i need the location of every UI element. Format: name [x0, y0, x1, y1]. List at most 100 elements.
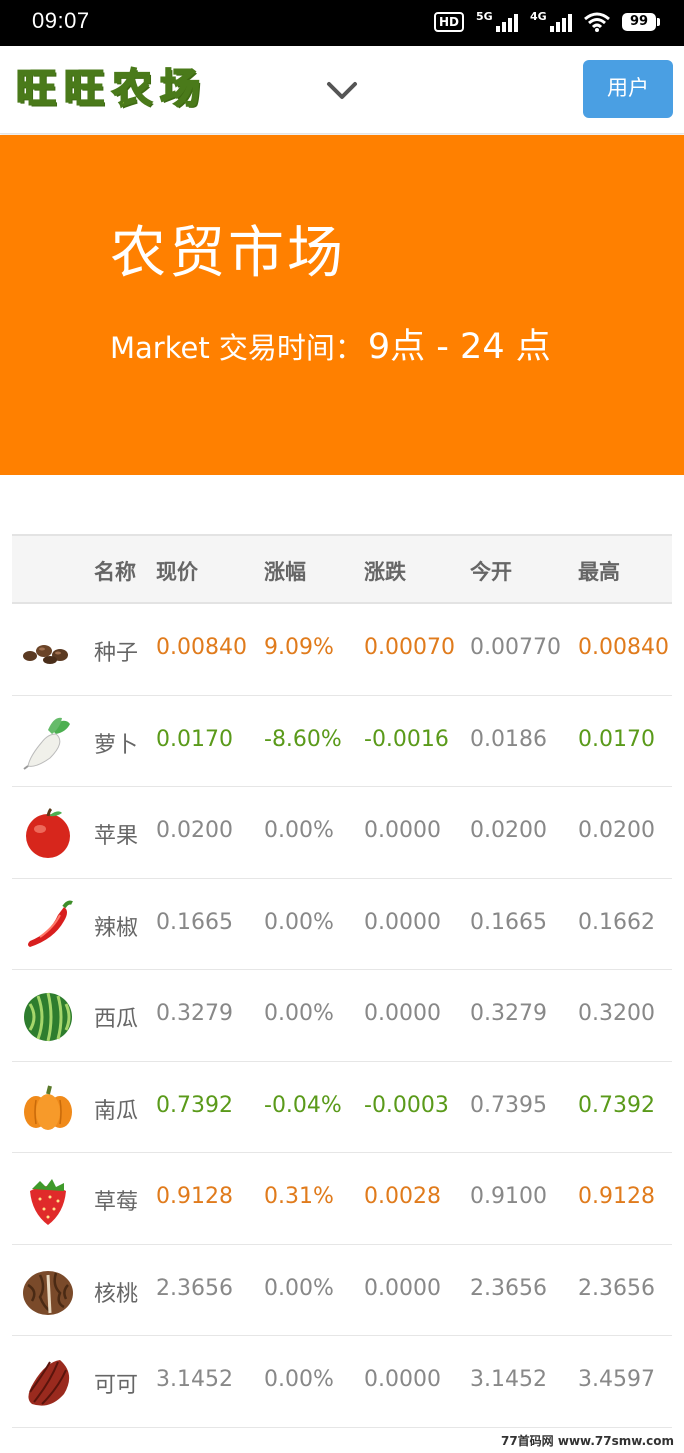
open-cell: 0.0186	[470, 726, 547, 752]
open-cell: 2.3656	[470, 1275, 547, 1301]
price-cell: 0.7392	[156, 1092, 233, 1118]
change-cell: 0.0028	[364, 1184, 441, 1209]
header-price: 现价	[156, 560, 198, 584]
price-cell: 0.1665	[156, 909, 233, 935]
watermelon-icon	[24, 992, 72, 1042]
high-cell: 0.9128	[578, 1184, 655, 1209]
walnut-icon	[23, 1270, 73, 1315]
pumpkin-icon	[24, 1085, 72, 1130]
change-pct-cell: 0.00%	[264, 1367, 334, 1392]
cocoa-icon	[28, 1360, 70, 1406]
open-cell: 0.0200	[470, 818, 547, 843]
high-cell: 0.0170	[578, 726, 655, 752]
table-row[interactable]: 西瓜 0.3279 0.00% 0.0000 0.3279 0.3200	[12, 970, 672, 1062]
high-cell: 2.3656	[578, 1275, 655, 1301]
high-cell: 0.00840	[578, 635, 669, 660]
top-nav: 旺 旺 农 场 用户	[0, 46, 684, 134]
radish-icon	[23, 717, 70, 770]
table-row[interactable]: 辣椒 0.1665 0.00% 0.0000 0.1665 0.1662	[12, 879, 672, 970]
signal-4g-icon: 4G	[530, 10, 572, 32]
open-cell: 3.1452	[470, 1367, 547, 1392]
seeds-icon	[23, 645, 68, 664]
item-name: 苹果	[94, 824, 139, 849]
header-change-pct: 涨幅	[264, 560, 306, 584]
watermark: 77首码网 www.77smw.com	[500, 1434, 674, 1448]
change-pct-cell: 0.00%	[264, 909, 334, 935]
change-cell: 0.0000	[364, 1367, 441, 1392]
change-cell: -0.0003	[364, 1092, 449, 1118]
open-cell: 0.1665	[470, 909, 547, 935]
trading-hours-value: 9点 - 24 点	[367, 327, 551, 367]
change-pct-cell: 0.00%	[264, 818, 334, 843]
open-cell: 0.7395	[470, 1092, 547, 1118]
high-cell: 0.1662	[578, 909, 655, 935]
logo-char: 场	[159, 65, 201, 113]
item-name: 草莓	[94, 1190, 139, 1215]
item-name: 南瓜	[94, 1098, 139, 1124]
change-pct-cell: 0.31%	[264, 1184, 334, 1209]
item-name: 可可	[94, 1373, 139, 1398]
open-cell: 0.9100	[470, 1184, 547, 1209]
trading-hours-label: Market 交易时间：	[110, 331, 364, 365]
change-cell: 0.0000	[364, 818, 441, 843]
trading-hours: Market 交易时间： 9点 - 24 点	[110, 318, 551, 369]
logo-char: 旺	[15, 65, 57, 113]
item-name: 核桃	[94, 1281, 139, 1307]
hero-banner: 农贸市场 Market 交易时间： 9点 - 24 点	[0, 135, 684, 475]
status-bar: 09:07 HD 5G 4G 99	[0, 0, 684, 46]
battery-icon: 99	[622, 13, 660, 31]
table-header: 名称 现价 涨幅 涨跌 今开 最高	[12, 534, 672, 604]
table-row[interactable]: 南瓜 0.7392 -0.04% -0.0003 0.7395 0.7392	[12, 1062, 672, 1153]
logo[interactable]: 旺 旺 农 场	[12, 65, 204, 116]
item-name: 西瓜	[94, 1007, 139, 1032]
price-cell: 0.3279	[156, 1001, 233, 1026]
chili-icon	[28, 900, 73, 947]
table-row[interactable]: 草莓 0.9128 0.31% 0.0028 0.9100 0.9128	[12, 1153, 672, 1245]
change-cell: 0.0000	[364, 1275, 441, 1301]
wifi-icon	[584, 12, 610, 32]
item-name: 种子	[94, 641, 139, 666]
change-pct-cell: -8.60%	[264, 726, 342, 752]
price-cell: 3.1452	[156, 1367, 233, 1392]
header-open: 今开	[470, 560, 512, 584]
high-cell: 3.4597	[578, 1367, 655, 1392]
header-change: 涨跌	[364, 560, 406, 584]
status-time: 09:07	[32, 8, 90, 33]
market-table: 名称 现价 涨幅 涨跌 今开 最高 种子 0.00840 9.09% 0.00070 0…	[12, 534, 672, 1428]
signal-5g-icon: 5G	[476, 10, 518, 32]
price-cell: 0.0170	[156, 726, 233, 752]
item-name: 萝卜	[94, 732, 139, 758]
table-row[interactable]: 萝卜 0.0170 -8.60% -0.0016 0.0186 0.0170	[12, 696, 672, 787]
change-pct-cell: 9.09%	[264, 635, 334, 660]
item-name: 辣椒	[94, 915, 139, 941]
change-pct-cell: 0.00%	[264, 1275, 334, 1301]
price-cell: 0.00840	[156, 635, 247, 660]
change-pct-cell: 0.00%	[264, 1001, 334, 1026]
page-title: 农贸市场	[110, 221, 346, 286]
high-cell: 0.7392	[578, 1092, 655, 1118]
high-cell: 0.3200	[578, 1001, 655, 1026]
logo-char: 农	[111, 65, 153, 113]
header-name: 名称	[94, 560, 136, 584]
table-row[interactable]: 种子 0.00840 9.09% 0.00070 0.00770 0.00840	[12, 604, 672, 696]
change-cell: -0.0016	[364, 726, 449, 752]
change-cell: 0.00070	[364, 635, 455, 660]
user-button[interactable]: 用户	[583, 60, 673, 118]
strawberry-icon	[30, 1179, 66, 1225]
status-icons: HD 5G 4G 99	[433, 9, 660, 35]
price-cell: 2.3656	[156, 1275, 233, 1301]
table-row[interactable]: 可可 3.1452 0.00% 0.0000 3.1452 3.4597	[12, 1336, 672, 1428]
table-row[interactable]: 苹果 0.0200 0.00% 0.0000 0.0200 0.0200	[12, 787, 672, 879]
apple-icon	[26, 807, 70, 858]
hd-icon: HD	[433, 12, 464, 32]
logo-char: 旺	[63, 65, 105, 113]
signal-5g-label: 5G	[476, 10, 493, 23]
chevron-down-icon[interactable]	[326, 76, 358, 104]
table-row[interactable]: 核桃 2.3656 0.00% 0.0000 2.3656 2.3656	[12, 1245, 672, 1336]
price-cell: 0.0200	[156, 818, 233, 843]
change-cell: 0.0000	[364, 1001, 441, 1026]
signal-4g-label: 4G	[530, 10, 547, 23]
table-body: 种子 0.00840 9.09% 0.00070 0.00770 0.00840 萝卜 0.0…	[12, 604, 672, 1428]
open-cell: 0.00770	[470, 635, 561, 660]
price-cell: 0.9128	[156, 1184, 233, 1209]
